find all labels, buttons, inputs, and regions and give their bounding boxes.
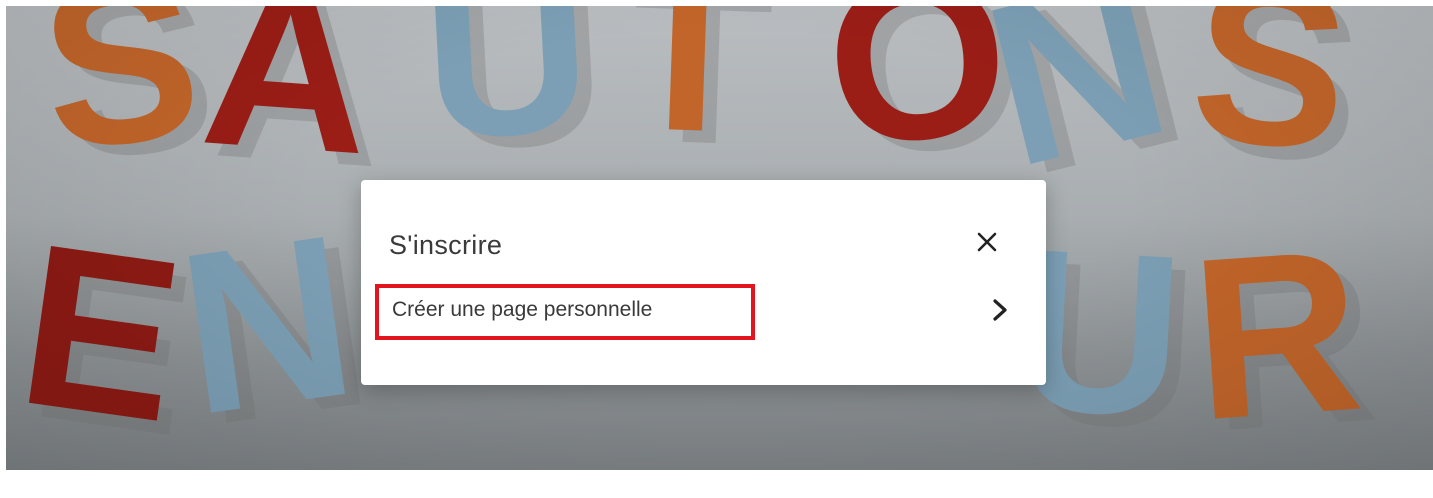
bg-letter: T xyxy=(613,6,763,182)
bg-letter: S xyxy=(1183,6,1359,200)
bg-letter: U xyxy=(417,6,597,188)
close-icon xyxy=(977,232,997,252)
bg-letter: A xyxy=(195,6,379,203)
create-personal-page-option[interactable]: Créer une page personnelle xyxy=(375,284,1015,340)
dialog-title: S'inscrire xyxy=(389,230,503,260)
bg-letter: E xyxy=(6,194,195,470)
bg-letter: S xyxy=(30,6,211,199)
option-label: Créer une page personnelle xyxy=(392,298,653,321)
bg-letter: R xyxy=(1185,200,1369,469)
close-button[interactable] xyxy=(969,224,1005,260)
signup-dialog: S'inscrire Créer une page personnelle xyxy=(361,180,1046,385)
chevron-right-icon xyxy=(993,299,1007,321)
bg-letter: N xyxy=(166,185,368,464)
